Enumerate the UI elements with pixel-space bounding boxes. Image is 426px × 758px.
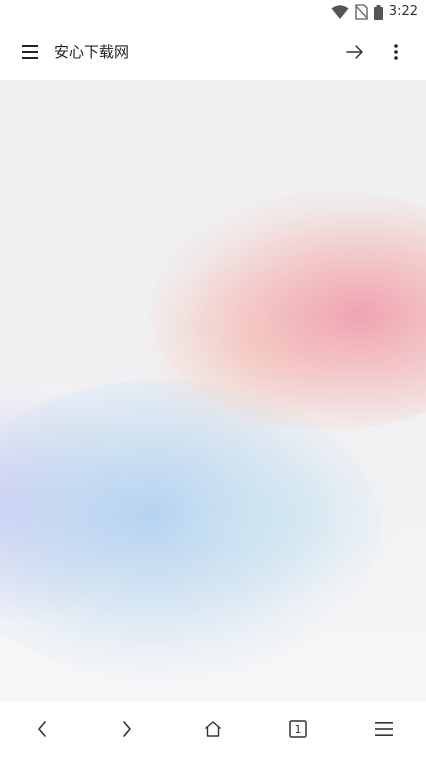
chevron-right-icon [123, 721, 131, 737]
browser-screen: 3:22 安心下载网 1 [0, 0, 426, 758]
hamburger-menu-button[interactable] [10, 32, 50, 72]
status-bar: 3:22 [0, 0, 426, 24]
bottom-toolbar: 1 [0, 701, 426, 758]
chevron-left-icon [38, 721, 46, 737]
back-button[interactable] [22, 709, 62, 749]
hamburger-menu-icon [22, 45, 38, 59]
cyan-glow-shape [160, 440, 400, 600]
page-title: 安心下载网 [54, 43, 130, 61]
status-icons: 3:22 [331, 3, 418, 21]
wifi-icon [331, 5, 349, 19]
more-vert-icon [394, 44, 398, 60]
menu-icon [375, 722, 393, 736]
main-menu-button[interactable] [364, 709, 404, 749]
status-time: 3:22 [388, 4, 418, 19]
arrow-forward-icon [346, 45, 363, 59]
tab-count: 1 [294, 722, 302, 736]
app-bar: 安心下载网 [0, 24, 426, 80]
battery-icon [373, 4, 383, 20]
home-icon [205, 721, 221, 737]
page-content-area[interactable] [0, 80, 426, 701]
tabs-button[interactable]: 1 [278, 709, 318, 749]
forward-button[interactable] [107, 709, 147, 749]
more-options-button[interactable] [376, 32, 416, 72]
home-button[interactable] [193, 709, 233, 749]
no-sim-icon [354, 4, 368, 20]
go-forward-button[interactable] [335, 32, 375, 72]
